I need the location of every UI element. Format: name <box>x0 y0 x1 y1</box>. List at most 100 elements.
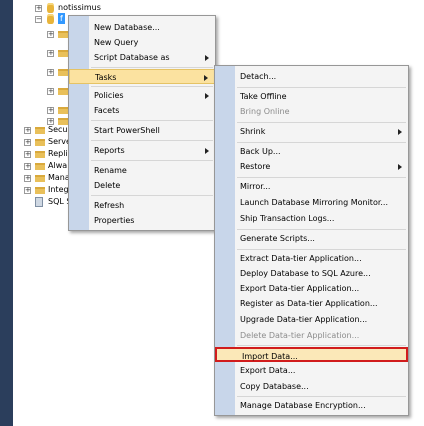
menu-item-label: Delete Data-tier Application... <box>240 331 360 340</box>
tree-node-alwayson[interactable]: + Alwa <box>0 160 70 172</box>
menu-separator <box>91 195 213 196</box>
collapse-icon[interactable]: − <box>35 16 42 23</box>
menu-item-copy-database[interactable]: Copy Database... <box>215 379 408 394</box>
menu-item-label: Take Offline <box>240 92 287 101</box>
menu-item-extract-dac[interactable]: Extract Data-tier Application... <box>215 251 408 266</box>
submenu-arrow-icon <box>205 93 209 99</box>
tree-node-security[interactable]: + Secur <box>0 124 71 136</box>
menu-item-label: Deploy Database to SQL Azure... <box>240 269 371 278</box>
menu-item-properties[interactable]: Properties <box>69 213 215 228</box>
menu-item-label: Facets <box>94 106 120 115</box>
menu-item-label: Ship Transaction Logs... <box>240 214 335 223</box>
expand-icon[interactable]: + <box>47 88 54 95</box>
folder-icon <box>35 151 45 158</box>
submenu-arrow-icon <box>205 55 209 61</box>
menu-item-label: Export Data-tier Application... <box>240 284 360 293</box>
folder-icon <box>58 88 68 95</box>
menu-separator <box>237 142 406 143</box>
menu-item-register-dac[interactable]: Register as Data-tier Application... <box>215 296 408 311</box>
expand-icon[interactable]: + <box>24 127 31 134</box>
menu-item-generate-scripts[interactable]: Generate Scripts... <box>215 231 408 246</box>
menu-item-manage-encryption[interactable]: Manage Database Encryption... <box>215 398 408 413</box>
menu-item-import-data[interactable]: Import Data... <box>215 347 408 362</box>
tree-node-label: Alwa <box>48 161 68 170</box>
menu-item-label: Copy Database... <box>240 382 309 391</box>
menu-item-back-up[interactable]: Back Up... <box>215 144 408 159</box>
menu-separator <box>237 249 406 250</box>
menu-item-delete-dac: Delete Data-tier Application... <box>215 328 408 343</box>
menu-separator <box>237 396 406 397</box>
menu-item-new-query[interactable]: New Query <box>69 35 215 50</box>
tree-node-label: Repli <box>48 149 68 158</box>
menu-item-label: Properties <box>94 216 135 225</box>
menu-item-rename[interactable]: Rename <box>69 163 215 178</box>
menu-item-label: Shrink <box>240 127 266 136</box>
menu-item-policies[interactable]: Policies <box>69 88 215 103</box>
menu-item-script-database-as[interactable]: Script Database as <box>69 50 215 65</box>
tree-node-integration[interactable]: + Integ <box>0 184 70 196</box>
menu-item-label: Script Database as <box>94 53 170 62</box>
tree-node-server-objects[interactable]: + Serve <box>0 136 71 148</box>
folder-icon <box>35 127 45 134</box>
menu-item-tasks[interactable]: Tasks <box>69 69 215 84</box>
database-icon <box>47 14 54 24</box>
expand-icon[interactable]: + <box>47 50 54 57</box>
expand-icon[interactable]: + <box>24 163 31 170</box>
folder-icon <box>58 50 68 57</box>
menu-item-label: Upgrade Data-tier Application... <box>240 315 368 324</box>
menu-item-deploy-sql-azure[interactable]: Deploy Database to SQL Azure... <box>215 266 408 281</box>
menu-item-start-powershell[interactable]: Start PowerShell <box>69 123 215 138</box>
expand-icon[interactable]: + <box>47 107 54 114</box>
menu-separator <box>237 345 406 346</box>
expand-icon[interactable]: + <box>24 151 31 158</box>
menu-item-take-offline[interactable]: Take Offline <box>215 89 408 104</box>
menu-item-launch-mirroring-monitor[interactable]: Launch Database Mirroring Monitor... <box>215 195 408 210</box>
menu-separator <box>237 177 406 178</box>
expand-icon[interactable]: + <box>24 175 31 182</box>
expand-icon[interactable]: + <box>35 5 42 12</box>
menu-item-facets[interactable]: Facets <box>69 103 215 118</box>
menu-item-label: Back Up... <box>240 147 281 156</box>
menu-item-new-database[interactable]: New Database... <box>69 20 215 35</box>
database-context-menu: New Database... New Query Script Databas… <box>68 15 216 231</box>
expand-icon[interactable]: + <box>24 139 31 146</box>
menu-item-mirror[interactable]: Mirror... <box>215 179 408 194</box>
tree-node-label: Mana <box>48 173 70 182</box>
menu-item-reports[interactable]: Reports <box>69 143 215 158</box>
menu-item-refresh[interactable]: Refresh <box>69 198 215 213</box>
submenu-arrow-icon <box>398 129 402 135</box>
menu-separator <box>237 229 406 230</box>
menu-item-label: Bring Online <box>240 107 290 116</box>
menu-item-detach[interactable]: Detach... <box>215 69 408 84</box>
menu-item-label: Delete <box>94 181 121 190</box>
menu-item-export-dac[interactable]: Export Data-tier Application... <box>215 281 408 296</box>
menu-item-label: Extract Data-tier Application... <box>240 254 362 263</box>
submenu-arrow-icon <box>398 164 402 170</box>
tasks-submenu: Detach... Take Offline Bring Online Shri… <box>214 65 409 416</box>
menu-item-restore[interactable]: Restore <box>215 159 408 174</box>
folder-icon <box>35 139 45 146</box>
menu-separator <box>91 120 213 121</box>
menu-item-export-data[interactable]: Export Data... <box>215 363 408 378</box>
menu-item-label: New Query <box>94 38 139 47</box>
menu-separator <box>91 140 213 141</box>
tree-node-management[interactable]: + Mana <box>0 172 70 184</box>
folder-icon <box>58 69 68 76</box>
menu-item-upgrade-dac[interactable]: Upgrade Data-tier Application... <box>215 312 408 327</box>
tree-node-sql-agent[interactable]: SQL S <box>0 196 71 208</box>
expand-icon[interactable]: + <box>47 31 54 38</box>
menu-separator <box>237 87 406 88</box>
menu-item-shrink[interactable]: Shrink <box>215 124 408 139</box>
expand-icon[interactable]: + <box>24 187 31 194</box>
expand-icon[interactable]: + <box>47 69 54 76</box>
menu-item-label: Policies <box>94 91 124 100</box>
menu-item-delete[interactable]: Delete <box>69 178 215 193</box>
tree-node-label: Integ <box>48 185 69 194</box>
tree-node-replication[interactable]: + Repli <box>0 148 70 160</box>
menu-item-label: Export Data... <box>240 366 296 375</box>
folder-icon <box>35 175 45 182</box>
menu-separator <box>91 67 213 68</box>
menu-item-label: Detach... <box>240 72 277 81</box>
menu-item-ship-transaction-logs[interactable]: Ship Transaction Logs... <box>215 211 408 226</box>
menu-separator <box>91 86 213 87</box>
